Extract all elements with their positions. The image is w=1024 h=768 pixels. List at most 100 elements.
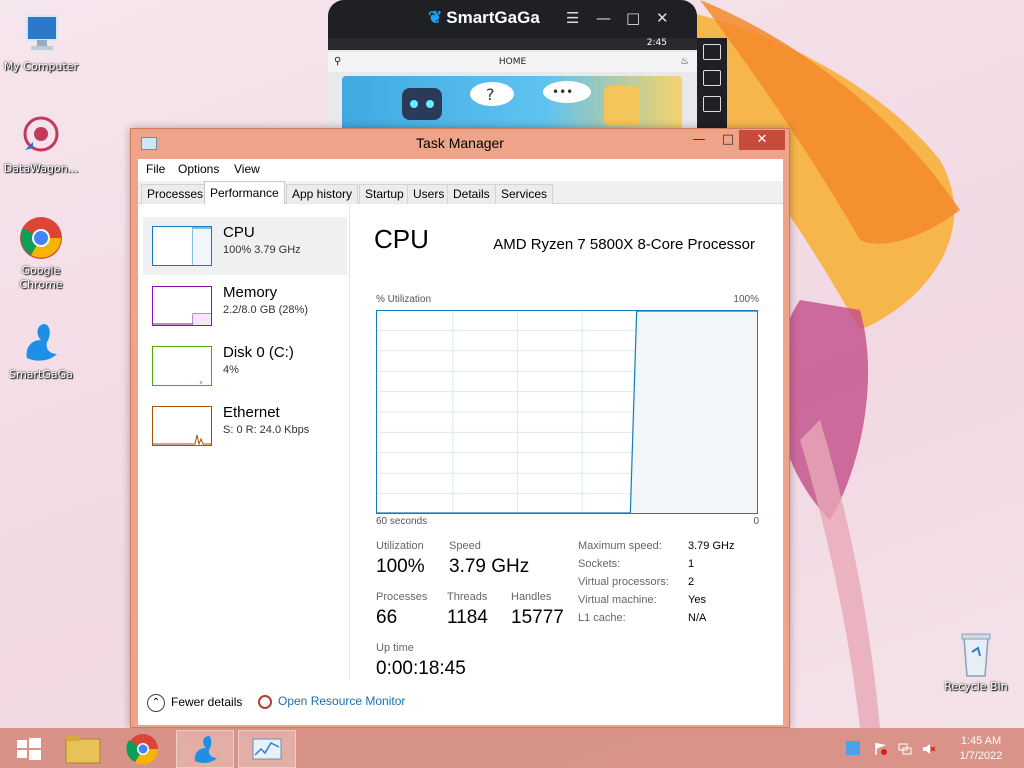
handles-label: Handles	[511, 591, 552, 603]
task-manager-window[interactable]: Task Manager — □ ✕ File Options View Pro…	[130, 128, 790, 728]
tab-performance[interactable]: Performance	[204, 181, 285, 204]
tab-services[interactable]: Services	[495, 184, 554, 204]
resource-memory[interactable]: Memory 2.2/8.0 GB (28%)	[143, 277, 347, 335]
desktop-icon-smartgaga[interactable]: SmartGaGa	[0, 318, 82, 382]
x-axis-right-label: 0	[753, 516, 759, 527]
install-apk-icon[interactable]	[703, 96, 721, 112]
tab-app-history[interactable]: App history	[286, 184, 359, 204]
resource-ethernet[interactable]: Ethernet S: 0 R: 24.0 Kbps	[143, 397, 347, 455]
resource-name: Memory	[223, 284, 278, 301]
computer-icon	[17, 10, 65, 58]
virtual-machine-value: Yes	[688, 594, 706, 606]
open-resource-monitor-link[interactable]: Open Resource Monitor	[258, 694, 405, 709]
tab-startup[interactable]: Startup	[359, 184, 410, 204]
banner-image[interactable]: ? •••	[342, 76, 682, 136]
folder-icon	[65, 736, 101, 764]
flag-icon[interactable]	[874, 741, 888, 755]
cpu-heading: CPU	[374, 224, 429, 254]
uptime-label: Up time	[376, 642, 414, 654]
resource-disk[interactable]: Disk 0 (C:) 4%	[143, 337, 347, 395]
utilization-value: 100%	[376, 556, 425, 577]
sockets-value: 1	[688, 558, 695, 570]
resource-name: Disk 0 (C:)	[223, 344, 294, 361]
menu-options[interactable]: Options	[178, 162, 219, 176]
desktop-icon-my-computer[interactable]: My Computer	[0, 10, 82, 74]
task-manager-body: File Options View Processes Performance …	[138, 159, 783, 725]
resource-name: CPU	[223, 224, 255, 241]
desktop-icon-datawagon[interactable]: DataWagon...	[0, 112, 82, 176]
tab-bar: Processes Performance App history Startu…	[138, 181, 783, 204]
hamburger-menu-icon[interactable]: ☰	[566, 9, 579, 27]
swan-icon: ❦	[428, 8, 443, 27]
resource-list: CPU 100% 3.79 GHz Memory 2.2/8.0 GB (28%…	[138, 204, 350, 680]
speed-label: Speed	[449, 540, 481, 552]
task-manager-titlebar[interactable]: Task Manager — □ ✕	[131, 129, 789, 159]
resource-value: 4%	[223, 364, 239, 376]
desktop-icon-google-chrome[interactable]: Google Chrome	[0, 214, 82, 292]
maximize-button[interactable]: □	[714, 130, 742, 150]
chrome-icon	[17, 214, 65, 262]
handles-value: 15777	[511, 607, 564, 628]
bell-icon[interactable]: ♨	[680, 52, 689, 72]
max-speed-value: 3.79 GHz	[688, 540, 735, 552]
recycle-bin-icon	[956, 630, 996, 678]
y-axis-max-label: 100%	[733, 294, 759, 305]
screen-title: ⚲ HOME ♨	[328, 52, 697, 72]
smartgaga-brand-label: SmartGaGa	[446, 8, 540, 27]
fewer-details-label: Fewer details	[171, 695, 243, 710]
volume-muted-icon[interactable]	[922, 741, 936, 755]
cpu-model-name: AMD Ryzen 7 5800X 8-Core Processor	[493, 236, 755, 253]
disk-thumbnail	[152, 346, 212, 386]
clock-date: 1/7/2022	[959, 750, 1003, 762]
minimize-button[interactable]: —	[596, 9, 611, 27]
maximize-button[interactable]: □	[626, 9, 640, 27]
menu-view[interactable]: View	[234, 162, 260, 176]
windows-logo-icon	[17, 738, 41, 760]
fewer-details-button[interactable]: ⌃ Fewer details	[147, 694, 242, 712]
resource-monitor-icon	[258, 694, 272, 709]
smartgaga-titlebar[interactable]: ❦ SmartGaGa ☰ — □ ✕	[328, 0, 697, 38]
l1-cache-value: N/A	[688, 612, 707, 624]
tab-users[interactable]: Users	[407, 184, 451, 204]
memory-thumbnail	[152, 286, 212, 326]
taskbar-chrome[interactable]	[114, 730, 172, 768]
processes-label: Processes	[376, 591, 428, 603]
start-button[interactable]	[0, 730, 58, 768]
clock-time: 1:45 AM	[960, 735, 1002, 747]
desktop-icon-label: DataWagon...	[3, 162, 79, 175]
emulator-screen[interactable]: 2:45 ⚲ HOME ♨ ? •••	[328, 38, 697, 136]
smartgaga-swan-icon	[17, 318, 65, 366]
menu-file[interactable]: File	[146, 162, 165, 176]
status-time: 2:45	[646, 38, 667, 48]
close-button[interactable]: ✕	[656, 9, 669, 27]
uptime-value: 0:00:18:45	[376, 658, 466, 679]
resource-value: 100% 3.79 GHz	[223, 244, 301, 256]
desktop-icon-label: SmartGaGa	[9, 368, 73, 381]
cpu-utilization-graph	[376, 310, 758, 514]
network-icon[interactable]	[898, 741, 912, 755]
taskbar-file-explorer[interactable]	[54, 730, 112, 768]
recycle-bin-label: Recycle Bin	[944, 680, 1008, 693]
taskbar: 1:45 AM 1/7/2022	[0, 728, 1024, 768]
emulator-side-toolbar	[697, 38, 727, 135]
close-button[interactable]: ✕	[739, 130, 785, 150]
desktop-icon-recycle-bin[interactable]: Recycle Bin	[936, 630, 1016, 693]
taskbar-smartgaga[interactable]	[176, 730, 234, 768]
keyboard-icon[interactable]	[703, 70, 721, 86]
tab-processes[interactable]: Processes	[141, 184, 210, 204]
tray-app-icon[interactable]	[846, 741, 860, 755]
smartgaga-window[interactable]: ❦ SmartGaGa ☰ — □ ✕ 2:45 ⚲ HOME ♨ ? •••	[328, 0, 728, 136]
fullscreen-icon[interactable]	[703, 44, 721, 60]
resource-cpu[interactable]: CPU 100% 3.79 GHz	[143, 217, 347, 275]
menu-bar: File Options View	[138, 159, 783, 181]
resource-value: 2.2/8.0 GB (28%)	[223, 304, 308, 316]
threads-value: 1184	[447, 607, 488, 628]
minimize-button[interactable]: —	[685, 130, 713, 150]
taskbar-task-manager[interactable]	[238, 730, 296, 768]
taskbar-clock[interactable]: 1:45 AM 1/7/2022	[948, 734, 1014, 764]
tab-details[interactable]: Details	[447, 184, 496, 204]
y-axis-label: % Utilization	[376, 294, 432, 305]
task-manager-footer: ⌃ Fewer details Open Resource Monitor	[138, 680, 783, 725]
search-icon[interactable]: ⚲	[334, 52, 341, 72]
cpu-detail-panel: CPU AMD Ryzen 7 5800X 8-Core Processor %…	[350, 204, 783, 680]
